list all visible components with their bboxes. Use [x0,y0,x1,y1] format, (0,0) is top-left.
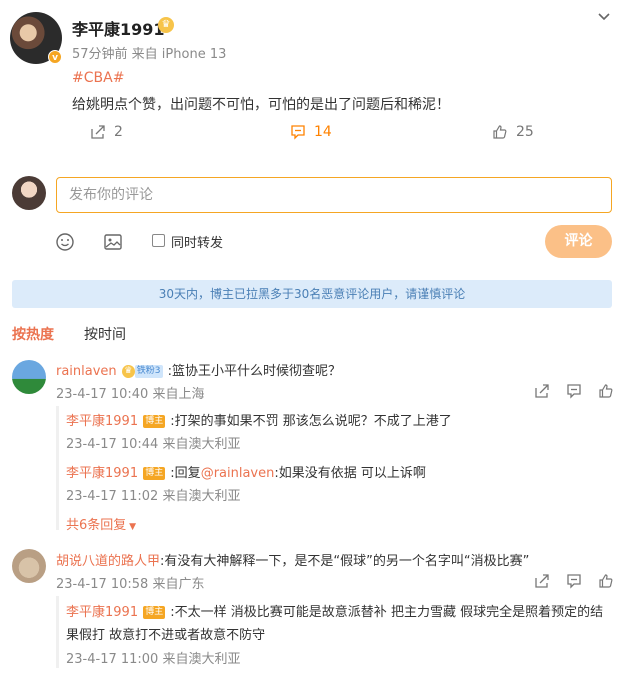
fan-badge: 铁粉3 [134,365,163,378]
reply-text-continued: 果假打 故意打不进或者故意不防守 [66,628,266,643]
comment-notice: 30天内，博主已拉黑多于30名恶意评论用户，请谨慎评论 [12,280,612,308]
comment-text: :篮协王小平什么时候彻查呢？ [167,364,341,379]
like-button[interactable]: 25 [492,124,534,140]
reply-line: 李平康1991 博主 :不太一样 消极比赛可能是故意派替补 把主力雪藏 假球完全… [66,601,603,620]
caret-down-icon: ▼ [126,522,137,532]
more-replies-label: 共6条回复 [66,518,127,533]
comment-text: :有没有大神解释一下，是不是“假球”的另一个名字叫“消极比赛” [160,554,530,569]
comment-meta: 23-4-17 10:58 来自广东 [56,577,205,592]
thumbs-up-icon[interactable] [598,573,614,589]
thumbs-up-icon [493,125,507,139]
commenter-name[interactable]: 胡说八道的路人甲 [56,554,160,569]
forward-icon[interactable] [534,573,550,589]
chevron-down-icon[interactable] [596,8,612,24]
post-hashtag[interactable]: #CBA# [72,70,124,86]
sort-by-hot-tab[interactable]: 按热度 [12,324,54,344]
comment-icon [291,125,305,140]
reply-thread-line [56,596,59,668]
reply-meta: 23-4-17 10:44 来自澳大利亚 [66,437,241,452]
reply-text: :不太一样 消极比赛可能是故意派替补 把主力雪藏 假球完全是照着预定的结 [170,605,604,620]
verified-badge: v [48,50,62,64]
reply-icon[interactable] [566,573,582,589]
reply-text: :打架的事如果不罚 那该怎么说呢？不成了上港了 [170,414,452,429]
repost-checkbox[interactable] [152,234,165,247]
author-name[interactable]: 李平康1991 [72,16,165,40]
crown-icon: ♛ [158,17,174,33]
forward-icon [91,125,105,139]
my-avatar [12,176,46,210]
blogger-badge: 博主 [143,415,166,428]
image-icon[interactable] [103,232,123,252]
comment-line: rainlaven ♛ 铁粉3 :篮协王小平什么时候彻查呢？ [56,360,341,379]
reply-text: :如果没有依据 可以上诉啊 [274,466,426,481]
comment-count: 14 [314,124,332,140]
blogger-badge: 博主 [143,606,166,619]
reply-meta: 23-4-17 11:00 来自澳大利亚 [66,652,241,667]
commenter-name[interactable]: rainlaven [56,364,117,379]
blogger-badge: 博主 [143,467,166,480]
forward-icon[interactable] [534,383,550,399]
emoji-icon[interactable] [55,232,75,252]
more-replies-link[interactable]: 共6条回复 ▼ [66,514,136,533]
commenter-avatar[interactable] [12,549,46,583]
reply-author[interactable]: 李平康1991 [66,414,138,429]
reply-prefix: :回复 [170,466,201,481]
post-text: 给姚明点个赞，出问题不可怕，可怕的是出了问题后和稀泥！ [72,97,450,113]
forward-button[interactable]: 2 [90,124,123,140]
comment-input[interactable]: 发布你的评论 [56,177,612,213]
forward-count: 2 [114,124,123,140]
comment-button[interactable]: 14 [290,124,332,140]
crown-icon: ♛ [121,365,135,378]
reply-line: 李平康1991 博主 :回复@rainlaven:如果没有依据 可以上诉啊 [66,462,426,481]
commenter-avatar[interactable] [12,360,46,394]
sort-by-time-tab[interactable]: 按时间 [84,324,126,344]
comment-line: 胡说八道的路人甲:有没有大神解释一下，是不是“假球”的另一个名字叫“消极比赛” [56,550,529,569]
submit-comment-button[interactable]: 评论 [545,225,612,258]
like-count: 25 [516,124,534,140]
reply-author[interactable]: 李平康1991 [66,605,138,620]
reply-meta: 23-4-17 11:02 来自澳大利亚 [66,489,241,504]
reply-thread-line [56,406,59,530]
repost-label: 同时转发 [171,236,224,251]
thumbs-up-icon[interactable] [598,383,614,399]
reply-icon[interactable] [566,383,582,399]
comment-meta: 23-4-17 10:40 来自上海 [56,387,205,402]
post-meta: 57分钟前 来自 iPhone 13 [72,47,227,62]
reply-author[interactable]: 李平康1991 [66,466,138,481]
reply-line: 李平康1991 博主 :打架的事如果不罚 那该怎么说呢？不成了上港了 [66,410,452,429]
mention-link[interactable]: @rainlaven [201,466,275,481]
